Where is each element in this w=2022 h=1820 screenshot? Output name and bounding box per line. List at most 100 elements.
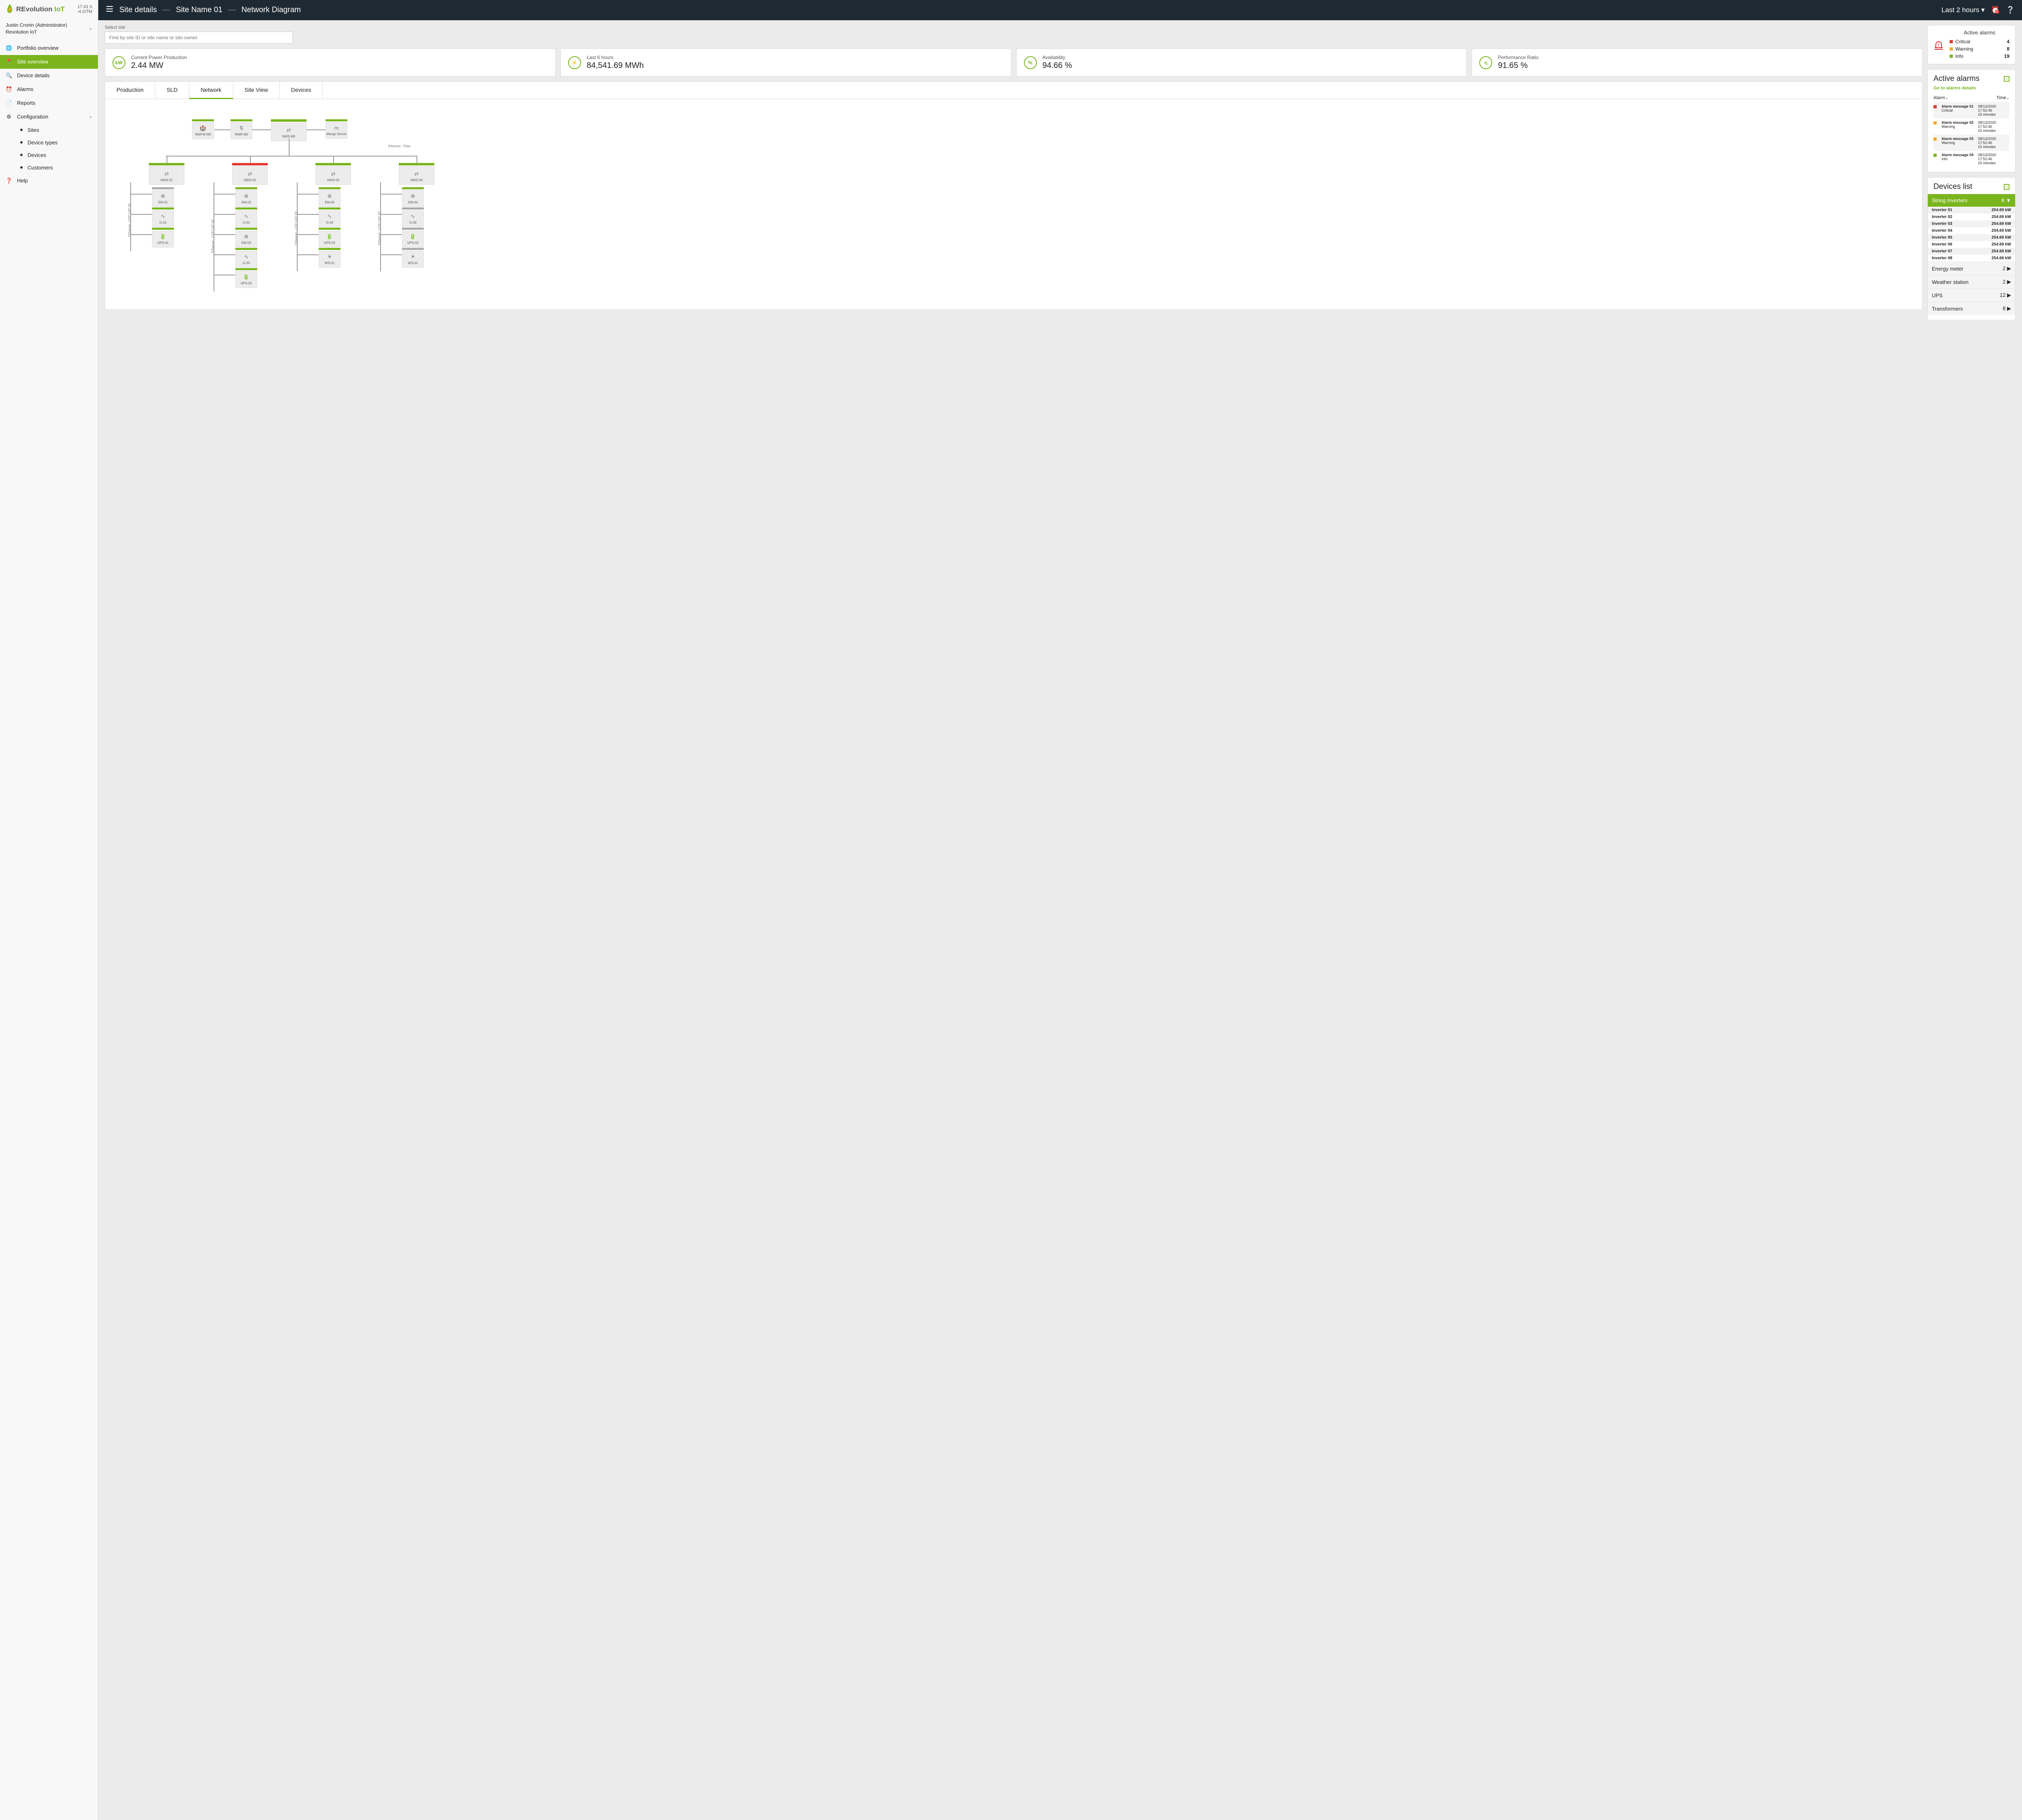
network-node[interactable]: m Mango Server <box>326 119 347 139</box>
node-label: EM-04 <box>408 201 418 204</box>
hamburger-icon[interactable] <box>106 5 114 15</box>
device-value: 254.69 kW <box>1992 222 2011 226</box>
network-node[interactable]: ⇄ NWS-04 <box>399 163 434 185</box>
kpi-value: 94.66 % <box>1043 61 1072 70</box>
alarm-row[interactable]: Alarm message 04Info 08/13/2020 17:52:46… <box>1933 151 2009 167</box>
node-label: WS-01 <box>408 261 418 265</box>
tab-devices[interactable]: Devices <box>280 82 323 99</box>
device-category[interactable]: Energy meter2 ▶ <box>1928 262 2015 275</box>
node-box: ∿ G-04 <box>319 210 341 227</box>
connector-line <box>130 194 153 195</box>
col-time[interactable]: Time⌄ <box>1997 95 2009 100</box>
network-node[interactable]: ☀ WS-01 <box>402 248 424 268</box>
node-label: UPS-02 <box>241 281 252 285</box>
device-icon: ⇄ <box>287 127 291 133</box>
document-icon: 📄 <box>6 100 12 106</box>
nav-label: Customers <box>27 165 53 171</box>
network-node[interactable]: ∿ G-04 <box>319 207 341 227</box>
nav-reports[interactable]: 📄Reports <box>0 96 98 110</box>
alarm-warning-line: Warning8 <box>1950 45 2009 53</box>
nav-customers[interactable]: Customers <box>15 161 98 174</box>
nav-devices[interactable]: Devices <box>15 149 98 161</box>
network-node[interactable]: 🔋 UPS-02 <box>235 268 257 288</box>
network-node[interactable]: ∿ G-03 <box>235 248 257 268</box>
network-node[interactable]: ☀ WS-01 <box>319 248 341 268</box>
nav-alarms[interactable]: ⏰Alarms <box>0 83 98 96</box>
nav-portfolio-overview[interactable]: 🌐Portfolio overview <box>0 41 98 55</box>
alarms-rows: Alarm message 01Critical 08/13/2020 17:5… <box>1933 102 2009 167</box>
edge-label: Ethernet - UTP CAT 5E <box>294 211 298 245</box>
tabs: Production SLD Network Site View Devices <box>105 82 1922 99</box>
device-item[interactable]: Inverter 06254.69 kW <box>1928 241 2015 248</box>
time-range-selector[interactable]: Last 2 hours ▾ <box>1942 6 1985 14</box>
device-category[interactable]: UPS12 ▶ <box>1928 288 2015 302</box>
node-label: EM-02 <box>241 201 251 204</box>
device-icon: ⇄ <box>248 171 252 177</box>
user-selector[interactable]: Justin Cronin (Administrator) Revolution… <box>0 19 98 39</box>
network-node[interactable]: ⇄ NWS-02 <box>232 163 268 185</box>
network-node[interactable]: ⊕ EM-01 <box>152 187 174 207</box>
network-node[interactable]: ⇄ NWS-M0 <box>271 119 307 141</box>
nav-configuration[interactable]: ⚙Configuration⌄ <box>0 110 98 124</box>
nav-site-overview[interactable]: 📍Site overview <box>0 55 98 69</box>
collapse-icon[interactable]: − <box>2004 76 2009 82</box>
nav-sites[interactable]: Sites <box>15 124 98 136</box>
alarm-message: Alarm message 04Info <box>1942 153 1975 165</box>
nav-label: Device types <box>27 140 57 146</box>
tab-site-view[interactable]: Site View <box>233 82 280 99</box>
network-node[interactable]: ⊕ EM-04 <box>319 187 341 207</box>
device-category[interactable]: Transformers8 ▶ <box>1928 302 2015 315</box>
network-node[interactable]: ∿ G-04 <box>402 207 424 227</box>
site-search-input[interactable] <box>105 32 293 44</box>
status-bar <box>235 248 257 250</box>
device-icon: ∿ <box>244 213 249 220</box>
nav-help[interactable]: ❓Help <box>0 174 98 188</box>
collapse-icon[interactable]: − <box>2004 184 2009 190</box>
device-item[interactable]: Inverter 08254.69 kW <box>1928 255 2015 262</box>
kpi-performance: η Performance Ratio91.65 % <box>1472 49 1923 76</box>
device-item[interactable]: Inverter 05254.69 kW <box>1928 234 2015 241</box>
alarm-row[interactable]: Alarm message 01Critical 08/13/2020 17:5… <box>1933 102 2009 119</box>
network-node[interactable]: ⇄ NWS-01 <box>149 163 184 185</box>
nav-device-details[interactable]: 🔍Device details <box>0 69 98 83</box>
tab-network[interactable]: Network <box>189 82 233 99</box>
network-node[interactable]: ∿ G-02 <box>235 207 257 227</box>
device-item[interactable]: Inverter 04254.69 kW <box>1928 227 2015 234</box>
network-node[interactable]: 🔋 UPS-01 <box>152 228 174 248</box>
kpi-row: kW Current Power Production2.44 MW ⚡ Las… <box>105 49 1923 76</box>
network-node[interactable]: 🏰 NWFW-M0 <box>192 119 214 139</box>
network-node[interactable]: ⊕ EM-04 <box>402 187 424 207</box>
network-node[interactable]: ⊕ EM-03 <box>235 228 257 248</box>
network-node[interactable]: 🔋 UPS-02 <box>402 228 424 248</box>
device-item[interactable]: Inverter 01254.69 kW <box>1928 207 2015 214</box>
connector-line <box>130 214 153 215</box>
status-bar <box>402 187 424 189</box>
alarm-row[interactable]: Alarm message 02Warning 08/13/2020 17:52… <box>1933 119 2009 135</box>
main: Site details — Site Name 01 — Network Di… <box>98 0 2022 1820</box>
category-label: Weather station <box>1932 279 1969 285</box>
tab-sld[interactable]: SLD <box>155 82 189 99</box>
nav-device-types[interactable]: Device types <box>15 136 98 149</box>
network-node[interactable]: ⇅ NWR-M0 <box>231 119 252 139</box>
device-item[interactable]: Inverter 02254.69 kW <box>1928 214 2015 220</box>
alarm-row[interactable]: Alarm message 03Warning 08/13/2020 17:52… <box>1933 135 2009 151</box>
alarm-bell-icon[interactable]: ⏰● <box>1991 6 2000 14</box>
node-label: NWS-M0 <box>282 135 295 138</box>
help-icon[interactable]: ❔ <box>2006 6 2015 14</box>
eta-icon: η <box>1479 56 1492 69</box>
device-category[interactable]: Weather station2 ▶ <box>1928 275 2015 288</box>
col-alarm[interactable]: Alarm⌄ <box>1933 95 1948 100</box>
sidebar: REvolution IoT 17:41 h -4 GTM Justin Cro… <box>0 0 98 1820</box>
network-node[interactable]: ⇄ NWS-03 <box>315 163 351 185</box>
tab-production[interactable]: Production <box>105 82 155 99</box>
network-node[interactable]: ∿ G-01 <box>152 207 174 227</box>
network-node[interactable]: 🔋 UPS-02 <box>319 228 341 248</box>
status-bar <box>231 119 252 121</box>
device-item[interactable]: Inverter 07254.69 kW <box>1928 248 2015 255</box>
alarms-details-link[interactable]: Go to alarms details <box>1933 86 2009 91</box>
connector-line <box>380 194 403 195</box>
device-item[interactable]: Inverter 03254.69 kW <box>1928 220 2015 227</box>
device-category[interactable]: String Inverters8 ▼ <box>1928 194 2015 207</box>
kw-icon: kW <box>112 56 125 69</box>
network-node[interactable]: ⊕ EM-02 <box>235 187 257 207</box>
